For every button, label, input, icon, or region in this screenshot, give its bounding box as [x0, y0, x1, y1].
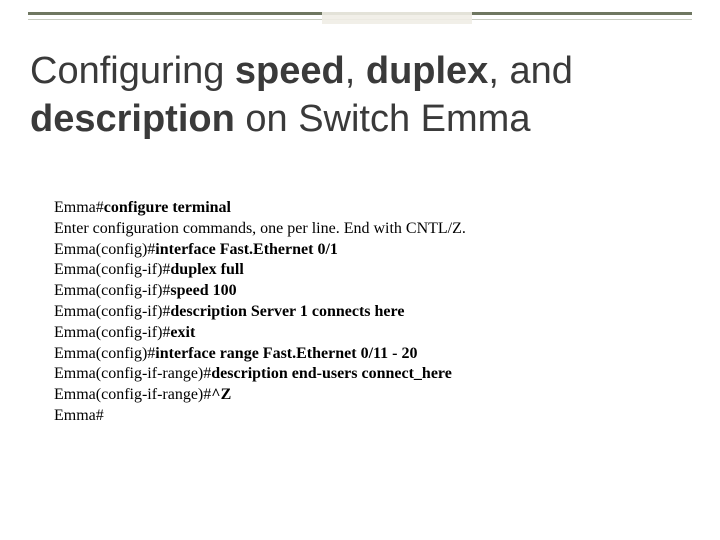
title-text: Configuring: [30, 50, 235, 92]
title-text: on Switch Emma: [235, 98, 531, 140]
cli-prompt: Emma(config-if)#: [54, 282, 170, 299]
cli-line: Emma#configure terminal: [54, 198, 690, 219]
cli-prompt: Emma(config)#: [54, 241, 155, 258]
title-bold-description: description: [30, 98, 235, 140]
cli-prompt: Emma#: [54, 199, 104, 216]
slide: Configuring speed, duplex, and descripti…: [0, 0, 720, 540]
cli-line: Emma(config-if)#description Server 1 con…: [54, 302, 690, 323]
cli-output: Enter configuration commands, one per li…: [54, 220, 466, 237]
cli-command: duplex full: [170, 261, 243, 278]
cli-command: description end-users connect_here: [211, 365, 452, 382]
cli-line: Emma(config-if-range)#^Z: [54, 385, 690, 406]
title-text: , and: [488, 50, 573, 92]
cli-line: Emma(config)#interface range Fast.Ethern…: [54, 344, 690, 365]
cli-prompt: Emma(config-if)#: [54, 303, 170, 320]
cli-command: ^Z: [211, 386, 231, 403]
title-text: ,: [345, 50, 366, 92]
cli-prompt: Emma(config-if)#: [54, 261, 170, 278]
rule-accent: [322, 12, 472, 24]
cli-line: Emma(config)#interface Fast.Ethernet 0/1: [54, 240, 690, 261]
cli-command: speed 100: [170, 282, 236, 299]
cli-command: description Server 1 connects here: [170, 303, 404, 320]
slide-title: Configuring speed, duplex, and descripti…: [30, 48, 690, 143]
cli-line: Emma(config-if)#duplex full: [54, 260, 690, 281]
cli-command: configure terminal: [104, 199, 231, 216]
cli-prompt: Emma(config-if-range)#: [54, 386, 211, 403]
cli-command: interface range Fast.Ethernet 0/11 - 20: [155, 345, 417, 362]
cli-line: Emma(config-if-range)#description end-us…: [54, 364, 690, 385]
cli-command: interface Fast.Ethernet 0/1: [155, 241, 338, 258]
cli-prompt: Emma(config)#: [54, 345, 155, 362]
cli-line: Enter configuration commands, one per li…: [54, 219, 690, 240]
cli-line: Emma#: [54, 406, 690, 427]
cli-prompt: Emma#: [54, 407, 104, 424]
cli-prompt: Emma(config-if)#: [54, 324, 170, 341]
cli-command: exit: [170, 324, 195, 341]
cli-line: Emma(config-if)#exit: [54, 323, 690, 344]
cli-prompt: Emma(config-if-range)#: [54, 365, 211, 382]
cli-block: Emma#configure terminal Enter configurat…: [54, 198, 690, 427]
title-rule: [28, 12, 692, 20]
title-bold-speed: speed: [235, 50, 345, 92]
cli-line: Emma(config-if)#speed 100: [54, 281, 690, 302]
title-bold-duplex: duplex: [366, 50, 488, 92]
